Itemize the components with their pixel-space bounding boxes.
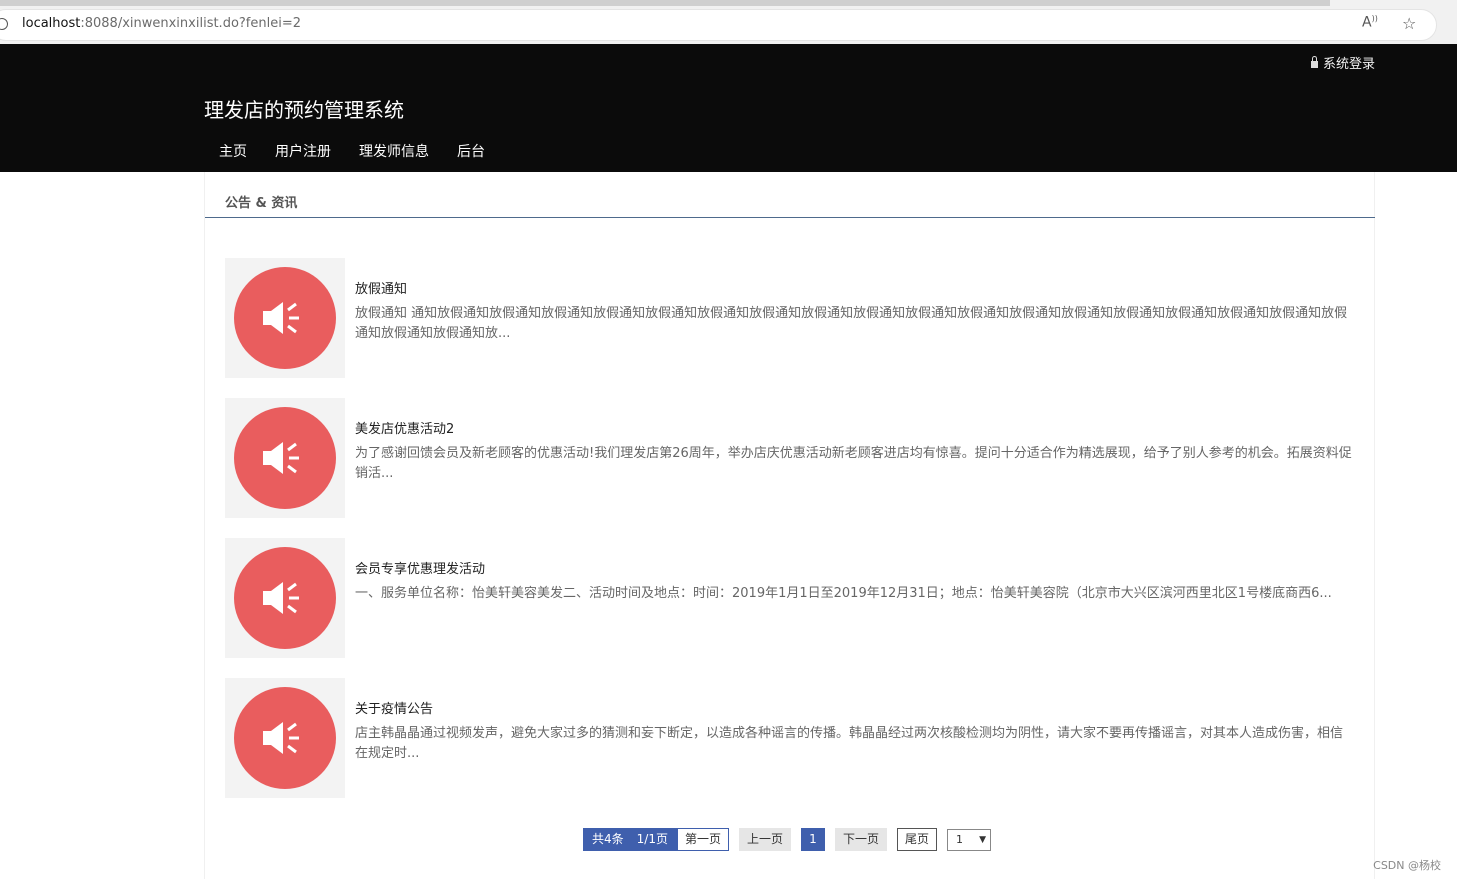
page-select[interactable]: 1 ▼	[947, 828, 992, 851]
login-label: 系统登录	[1322, 57, 1375, 72]
news-summary: 放假通知 通知放假通知放假通知放假通知放假通知放假通知放假通知放假通知放假通知放…	[355, 306, 1348, 341]
favorite-star-icon[interactable]: ☆	[1402, 14, 1416, 33]
news-title[interactable]: 关于疫情公告	[355, 698, 433, 717]
url-text[interactable]: localhost:8088/xinwenxinxilist.do?fenlei…	[22, 16, 301, 31]
section-header: 公告 & 资讯	[205, 172, 1375, 218]
news-item[interactable]: 关于疫情公告 店主韩晶晶通过视频发声，避免大家过多的猜测和妄下断定，以造成各种谣…	[225, 678, 1355, 798]
url-host: localhost	[22, 16, 81, 31]
site-header: 系统登录 理发店的预约管理系统 主页 用户注册 理发师信息 后台	[0, 44, 1457, 172]
url-path: :8088/xinwenxinxilist.do?fenlei=2	[80, 16, 301, 31]
pager-summary: 共4条 1/1页	[583, 828, 677, 851]
first-page-button[interactable]: 第一页	[676, 828, 729, 851]
news-list-panel: 公告 & 资讯 放假通知 放假通知 通知放假通知放假通知放假通知放假通知放假通知…	[204, 172, 1375, 879]
announcement-speaker-icon	[234, 547, 336, 649]
nav-register[interactable]: 用户注册	[261, 143, 345, 161]
news-title[interactable]: 放假通知	[355, 278, 407, 297]
nav-home[interactable]: 主页	[205, 143, 261, 161]
main-nav: 主页 用户注册 理发师信息 后台	[205, 143, 499, 161]
news-thumbnail[interactable]	[225, 398, 345, 518]
news-thumbnail[interactable]	[225, 258, 345, 378]
watermark: CSDN @杨校	[1373, 859, 1441, 872]
login-link[interactable]: 系统登录	[1310, 53, 1375, 72]
news-summary: 为了感谢回馈会员及新老顾客的优惠活动!我们理发店第26周年，举办店庆优惠活动新老…	[355, 446, 1352, 481]
chevron-down-icon: ▼	[979, 834, 987, 845]
news-summary: 店主韩晶晶通过视频发声，避免大家过多的猜测和妄下断定，以造成各种谣言的传播。韩晶…	[355, 726, 1344, 761]
site-title: 理发店的预约管理系统	[204, 98, 404, 122]
current-page-button[interactable]: 1	[801, 828, 825, 851]
announcement-speaker-icon	[234, 687, 336, 789]
lock-icon	[1310, 55, 1318, 68]
nav-admin[interactable]: 后台	[443, 143, 499, 161]
tab-strip	[0, 0, 1330, 6]
pager-total: 共4条	[592, 832, 624, 846]
news-item[interactable]: 美发店优惠活动2 为了感谢回馈会员及新老顾客的优惠活动!我们理发店第26周年，举…	[225, 398, 1355, 518]
page-select-value: 1	[956, 833, 964, 846]
news-summary: 一、服务单位名称：怡美轩美容美发二、活动时间及地点：时间：2019年1月1日至2…	[355, 586, 1332, 601]
pagination: 共4条 1/1页 第一页 上一页 1 下一页 尾页 1 ▼	[583, 828, 992, 851]
news-title[interactable]: 会员专享优惠理发活动	[355, 558, 485, 577]
news-item[interactable]: 会员专享优惠理发活动 一、服务单位名称：怡美轩美容美发二、活动时间及地点：时间：…	[225, 538, 1355, 658]
nav-barber-info[interactable]: 理发师信息	[345, 143, 443, 161]
section-title: 公告 & 资讯	[225, 196, 298, 211]
announcement-speaker-icon	[234, 267, 336, 369]
news-thumbnail[interactable]	[225, 678, 345, 798]
news-thumbnail[interactable]	[225, 538, 345, 658]
pager-pages: 1/1页	[636, 832, 668, 846]
read-aloud-icon[interactable]: A))	[1362, 14, 1378, 31]
prev-page-button[interactable]: 上一页	[738, 828, 791, 851]
browser-toolbar: localhost:8088/xinwenxinxilist.do?fenlei…	[0, 0, 1457, 44]
news-title[interactable]: 美发店优惠活动2	[355, 418, 454, 437]
next-page-button[interactable]: 下一页	[835, 828, 888, 851]
announcement-speaker-icon	[234, 407, 336, 509]
last-page-button[interactable]: 尾页	[897, 828, 938, 851]
news-item[interactable]: 放假通知 放假通知 通知放假通知放假通知放假通知放假通知放假通知放假通知放假通知…	[225, 258, 1355, 378]
